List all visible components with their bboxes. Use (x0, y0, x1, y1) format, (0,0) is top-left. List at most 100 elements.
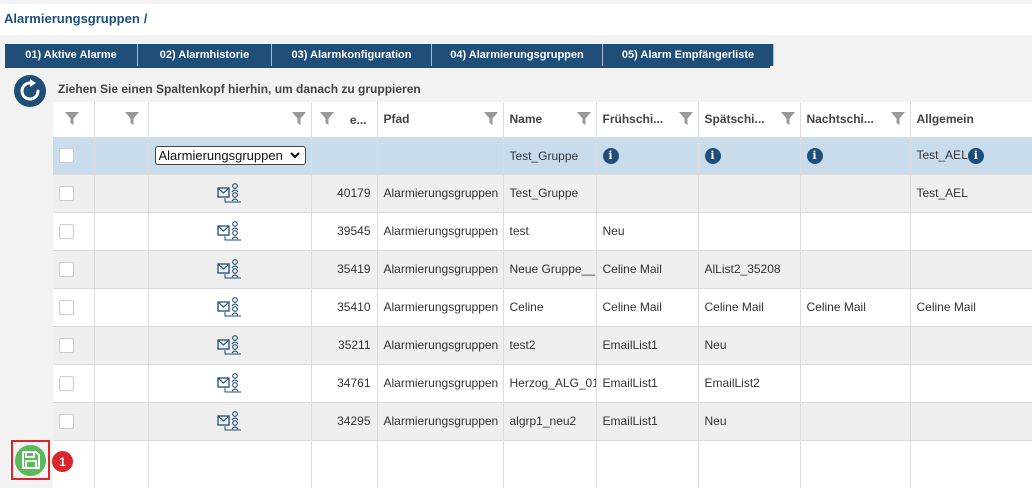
column-header-nachtschicht[interactable]: Nachtschi... (800, 102, 911, 138)
filter-icon[interactable] (124, 112, 139, 126)
filter-cell-pfad[interactable] (377, 137, 504, 175)
table-row[interactable]: 34295 Alarmierungsgruppen algrp1_neu2 Email… (53, 402, 1032, 441)
column-label-name: Name (509, 112, 543, 127)
row-checkbox[interactable] (59, 223, 74, 239)
row-id: 35211 (311, 326, 378, 365)
filter-cell-id[interactable] (311, 137, 378, 175)
filter-icon[interactable] (291, 112, 306, 126)
filter-icon[interactable] (780, 112, 795, 126)
column-header-allgemein[interactable]: Allgemein (910, 102, 1032, 138)
filter-icon[interactable] (65, 112, 79, 126)
row-checkbox[interactable] (59, 261, 74, 277)
row-type-cell (148, 174, 312, 213)
row-nachtschicht (800, 402, 911, 441)
table-row[interactable]: 40179 Alarmierungsgruppen Test_Gruppe Test_… (53, 174, 1032, 213)
filter-icon[interactable] (483, 112, 498, 126)
row-checkbox[interactable] (59, 299, 74, 315)
breadcrumb: Alarmierungsgruppen / (4, 11, 147, 26)
info-icon[interactable]: i (967, 147, 984, 164)
filter-cell-allgemein[interactable]: Test_AEL i (910, 137, 1032, 175)
row-nachtschicht (800, 364, 911, 403)
row-cell-blank (94, 326, 149, 365)
row-type-cell (148, 326, 312, 365)
tab-label: 05) Alarm Empfängerliste (621, 49, 755, 61)
column-header-type[interactable] (148, 102, 312, 138)
row-id: 34761 (311, 364, 378, 403)
save-highlight (11, 440, 50, 480)
row-name: test (503, 212, 597, 251)
info-icon[interactable]: i (806, 147, 823, 164)
save-button[interactable] (15, 444, 46, 476)
row-type-cell (148, 364, 312, 403)
table-row[interactable]: 39545 Alarmierungsgruppen test Neu (53, 212, 1032, 251)
row-nachtschicht (800, 326, 911, 365)
row-allgemein: Test_AEL (910, 174, 1032, 213)
filter-checkbox[interactable] (59, 148, 74, 164)
breadcrumb-title[interactable]: Alarmierungsgruppen (4, 11, 140, 26)
row-checkbox[interactable] (59, 375, 74, 391)
filter-icon[interactable] (319, 112, 334, 126)
table-row[interactable]: 35410 Alarmierungsgruppen Celine Celine Mai… (53, 288, 1032, 327)
group-by-hint: Ziehen Sie einen Spaltenkopf hierhin, um… (58, 82, 421, 96)
row-spaetschicht: AlList2_35208 (698, 250, 801, 289)
empty-cell (148, 440, 312, 488)
column-header-fruehschicht[interactable]: Frühschi... (596, 102, 699, 138)
filter-cell-name[interactable]: Test_Gruppe (503, 137, 597, 175)
top-strip (0, 0, 1032, 4)
column-header-pfad[interactable]: Pfad (377, 102, 504, 138)
column-header-name[interactable]: Name (503, 102, 597, 138)
tab-alarmhistorie[interactable]: 02) Alarmhistorie (138, 44, 272, 66)
alarm-group-icon (216, 259, 241, 279)
empty-cell (311, 440, 378, 488)
filter-icon[interactable] (678, 112, 693, 126)
row-name: test2 (503, 326, 597, 365)
column-header-blank[interactable] (94, 102, 149, 138)
row-nachtschicht (800, 250, 911, 289)
tab-alarmkonfiguration[interactable]: 03) Alarmkonfiguration (272, 44, 432, 66)
row-cell-blank (94, 250, 149, 289)
column-label-pfad: Pfad (383, 112, 410, 127)
row-type-cell (148, 288, 312, 327)
row-checkbox[interactable] (59, 185, 74, 201)
column-header-id[interactable]: e... (311, 102, 378, 138)
column-header-select[interactable] (53, 102, 95, 138)
column-label-nachtschicht: Nachtschi... (806, 112, 874, 127)
row-name: Neue Gruppe__ (503, 250, 597, 289)
empty-cell (377, 440, 504, 488)
table-row[interactable]: 35419 Alarmierungsgruppen Neue Gruppe__ Cel… (53, 250, 1032, 289)
tab-alarm-empfaengerliste[interactable]: 05) Alarm Empfängerliste (603, 44, 774, 66)
row-allgemein (910, 402, 1032, 441)
row-allgemein (910, 326, 1032, 365)
alarm-group-icon (216, 221, 241, 241)
row-type-cell (148, 402, 312, 441)
row-checkbox[interactable] (59, 337, 74, 353)
tab-bar: 01) Aktive Alarme 02) Alarmhistorie 03) … (5, 44, 774, 66)
row-pfad: Alarmierungsgruppen (377, 288, 504, 327)
info-icon[interactable]: i (704, 147, 721, 164)
row-checkbox[interactable] (59, 413, 74, 429)
breadcrumb-separator: / (143, 11, 148, 26)
type-filter-select[interactable]: Alarmierungsgruppen (154, 146, 306, 165)
alarm-group-icon (216, 297, 241, 317)
row-fruehschicht: Neu (596, 212, 699, 251)
filter-icon[interactable] (890, 112, 905, 126)
tab-alarmierungsgruppen[interactable]: 04) Alarmierungsgruppen (432, 44, 603, 66)
table-row[interactable]: 35211 Alarmierungsgruppen test2 EmailList1 N… (53, 326, 1032, 365)
alarm-group-icon (216, 335, 241, 355)
row-spaetschicht (698, 212, 801, 251)
filter-cell-blank (94, 137, 149, 175)
column-label-allgemein: Allgemein (916, 112, 974, 127)
column-header-spaetschicht[interactable]: Spätschi... (698, 102, 801, 138)
empty-cell (596, 440, 699, 488)
filter-icon[interactable] (576, 112, 591, 126)
step-badge: 1 (52, 451, 73, 472)
refresh-button[interactable] (14, 75, 46, 107)
info-icon[interactable]: i (602, 147, 619, 164)
empty-cell (94, 440, 149, 488)
tab-aktive-alarme[interactable]: 01) Aktive Alarme (5, 44, 138, 66)
row-pfad: Alarmierungsgruppen (377, 212, 504, 251)
row-type-cell (148, 212, 312, 251)
row-type-cell (148, 250, 312, 289)
table-row[interactable]: 34761 Alarmierungsgruppen Herzog_ALG_01 Ema… (53, 364, 1032, 403)
tab-underline (5, 66, 770, 68)
